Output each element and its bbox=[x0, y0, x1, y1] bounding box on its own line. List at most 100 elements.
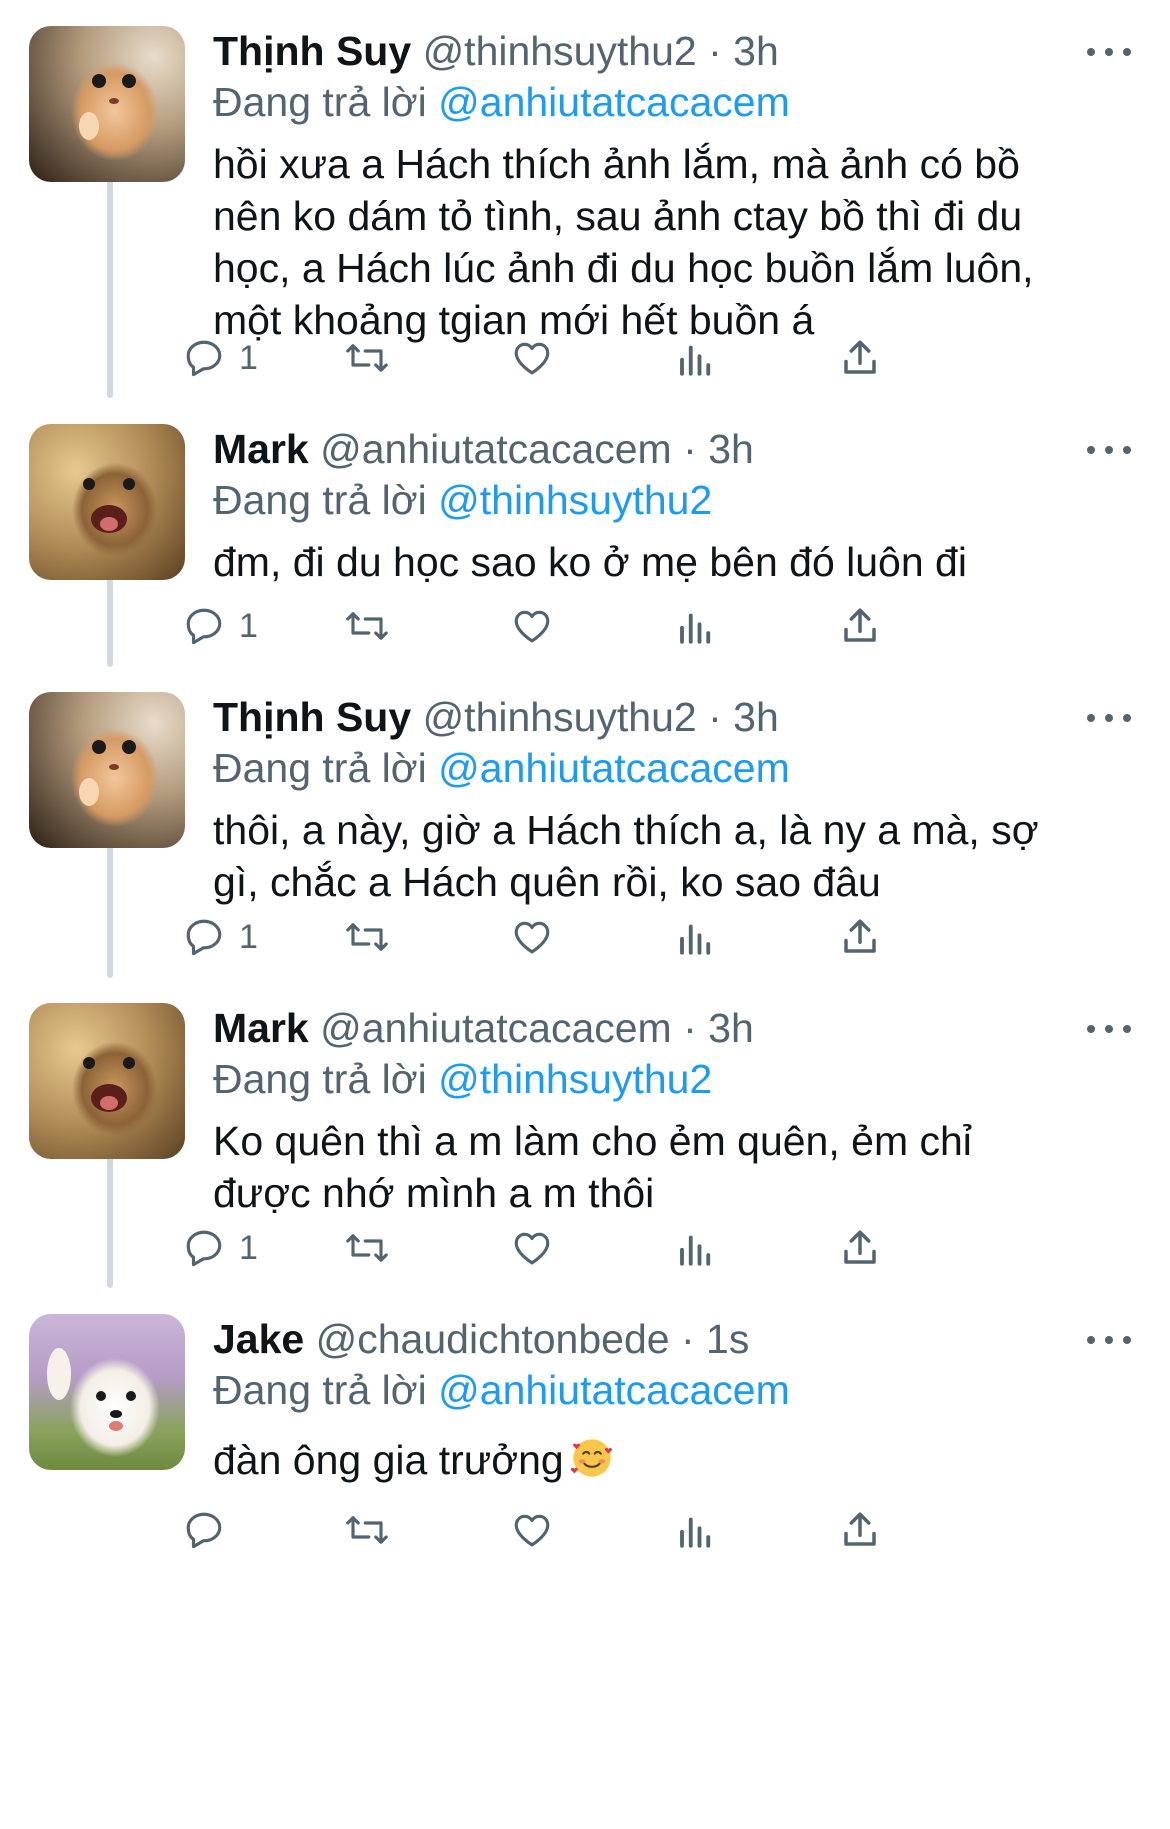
reply-count: 1 bbox=[239, 338, 258, 377]
avatar[interactable] bbox=[29, 1314, 185, 1470]
cheetah-avatar-icon bbox=[83, 478, 135, 533]
replying-to: Đang trả lời @anhiutatcacacem bbox=[213, 76, 790, 128]
more-options-icon[interactable] bbox=[1087, 1330, 1131, 1350]
share-icon bbox=[844, 1230, 876, 1264]
mention-link[interactable]: @thinhsuythu2 bbox=[438, 477, 712, 523]
heart-icon bbox=[514, 1514, 550, 1547]
mention-link[interactable]: @anhiutatcacacem bbox=[438, 79, 790, 125]
like-button[interactable] bbox=[510, 596, 554, 656]
hamster-avatar-icon bbox=[79, 740, 136, 806]
avatar[interactable] bbox=[29, 424, 185, 580]
retweet-button[interactable] bbox=[343, 907, 391, 967]
replying-to-label: Đang trả lời bbox=[213, 1056, 427, 1102]
share-icon bbox=[844, 1512, 876, 1546]
thread-line bbox=[107, 572, 113, 667]
handle[interactable]: @anhiutatcacacem bbox=[320, 1005, 672, 1051]
tweet-text-line: Ko quên thì a m làm cho ẻm quên, ẻm chỉ bbox=[213, 1118, 972, 1164]
timestamp[interactable]: 3h bbox=[733, 28, 779, 74]
timestamp[interactable]: 3h bbox=[733, 694, 779, 740]
tweet-header: Jake @chaudichtonbede · 1s bbox=[213, 1314, 749, 1364]
more-options-icon[interactable] bbox=[1087, 708, 1131, 728]
tweet-text: thôi, a này, giờ a Hách thích a, là ny a… bbox=[213, 804, 1113, 908]
share-button[interactable] bbox=[840, 1218, 880, 1278]
replying-to: Đang trả lời @thinhsuythu2 bbox=[213, 474, 712, 526]
reply-count: 1 bbox=[239, 606, 258, 645]
analytics-button[interactable] bbox=[676, 1218, 716, 1278]
reply-button[interactable]: 1 bbox=[183, 907, 258, 967]
handle[interactable]: @thinhsuythu2 bbox=[423, 694, 697, 740]
avatar[interactable] bbox=[29, 692, 185, 848]
heart-icon bbox=[514, 921, 550, 954]
mention-link[interactable]: @thinhsuythu2 bbox=[438, 1056, 712, 1102]
analytics-button[interactable] bbox=[676, 596, 716, 656]
display-name[interactable]: Thịnh Suy bbox=[213, 28, 411, 74]
handle[interactable]: @anhiutatcacacem bbox=[320, 426, 672, 472]
reply-button[interactable]: 1 bbox=[183, 1218, 258, 1278]
mention-link[interactable]: @anhiutatcacacem bbox=[438, 745, 790, 791]
like-button[interactable] bbox=[510, 907, 554, 967]
share-icon bbox=[844, 919, 876, 953]
share-button[interactable] bbox=[840, 907, 880, 967]
handle[interactable]: @thinhsuythu2 bbox=[423, 28, 697, 74]
timestamp[interactable]: 3h bbox=[708, 426, 754, 472]
display-name[interactable]: Thịnh Suy bbox=[213, 694, 411, 740]
separator: · bbox=[708, 694, 722, 740]
timestamp[interactable]: 1s bbox=[706, 1316, 749, 1362]
retweet-icon bbox=[346, 1516, 388, 1544]
replying-to-label: Đang trả lời bbox=[213, 79, 427, 125]
like-button[interactable] bbox=[510, 328, 554, 388]
more-options-icon[interactable] bbox=[1087, 42, 1131, 62]
share-icon bbox=[844, 608, 876, 642]
thread-line bbox=[107, 170, 113, 398]
separator: · bbox=[708, 28, 722, 74]
tweet-text-line: hồi xưa a Hách thích ảnh lắm, mà ảnh có … bbox=[213, 141, 1020, 187]
more-options-icon[interactable] bbox=[1087, 440, 1131, 460]
reply-icon bbox=[186, 919, 222, 956]
heart-icon bbox=[514, 1232, 550, 1265]
like-button[interactable] bbox=[510, 1500, 554, 1560]
heart-icon bbox=[514, 342, 550, 375]
retweet-icon bbox=[346, 1234, 388, 1262]
retweet-button[interactable] bbox=[343, 596, 391, 656]
share-button[interactable] bbox=[840, 596, 880, 656]
tweet-actions: 1 bbox=[186, 328, 1043, 388]
tweet-header: Thịnh Suy @thinhsuythu2 · 3h bbox=[213, 692, 779, 742]
retweet-button[interactable] bbox=[343, 1500, 391, 1560]
like-button[interactable] bbox=[510, 1218, 554, 1278]
share-button[interactable] bbox=[840, 1500, 880, 1560]
retweet-button[interactable] bbox=[343, 328, 391, 388]
avatar[interactable] bbox=[29, 1003, 185, 1159]
heart-icon bbox=[514, 610, 550, 643]
cheetah-avatar-icon bbox=[83, 1057, 135, 1112]
analytics-button[interactable] bbox=[676, 907, 716, 967]
mention-link[interactable]: @anhiutatcacacem bbox=[438, 1367, 790, 1413]
tweet-text: đàn ông gia trưởng bbox=[213, 1434, 1113, 1486]
tweet-text-line: gì, chắc a Hách quên rồi, ko sao đâu bbox=[213, 859, 881, 905]
analytics-icon bbox=[680, 345, 711, 376]
share-icon bbox=[844, 340, 876, 374]
replying-to: Đang trả lời @anhiutatcacacem bbox=[213, 1364, 790, 1416]
handle[interactable]: @chaudichtonbede bbox=[316, 1316, 670, 1362]
avatar[interactable] bbox=[29, 26, 185, 182]
tweet-text-line: đm, đi du học sao ko ở mẹ bên đó luôn đi bbox=[213, 539, 967, 585]
dog-avatar-icon bbox=[47, 1348, 136, 1431]
display-name[interactable]: Jake bbox=[213, 1316, 304, 1362]
share-button[interactable] bbox=[840, 328, 880, 388]
reply-button[interactable]: 1 bbox=[183, 328, 258, 388]
tweet-header: Mark @anhiutatcacacem · 3h bbox=[213, 424, 754, 474]
more-options-icon[interactable] bbox=[1087, 1019, 1131, 1039]
reply-button[interactable] bbox=[183, 1500, 239, 1560]
display-name[interactable]: Mark bbox=[213, 426, 309, 472]
reply-button[interactable]: 1 bbox=[183, 596, 258, 656]
smiling-face-with-hearts-icon bbox=[570, 1439, 612, 1477]
analytics-icon bbox=[680, 924, 711, 955]
timestamp[interactable]: 3h bbox=[708, 1005, 754, 1051]
retweet-icon bbox=[346, 344, 388, 372]
analytics-button[interactable] bbox=[676, 1500, 716, 1560]
tweet-text-line: nên ko dám tỏ tình, sau ảnh ctay bồ thì … bbox=[213, 193, 1023, 239]
retweet-button[interactable] bbox=[343, 1218, 391, 1278]
display-name[interactable]: Mark bbox=[213, 1005, 309, 1051]
analytics-button[interactable] bbox=[676, 328, 716, 388]
tweet-text-line: được nhớ mình a m thôi bbox=[213, 1170, 655, 1216]
replying-to-label: Đang trả lời bbox=[213, 745, 427, 791]
